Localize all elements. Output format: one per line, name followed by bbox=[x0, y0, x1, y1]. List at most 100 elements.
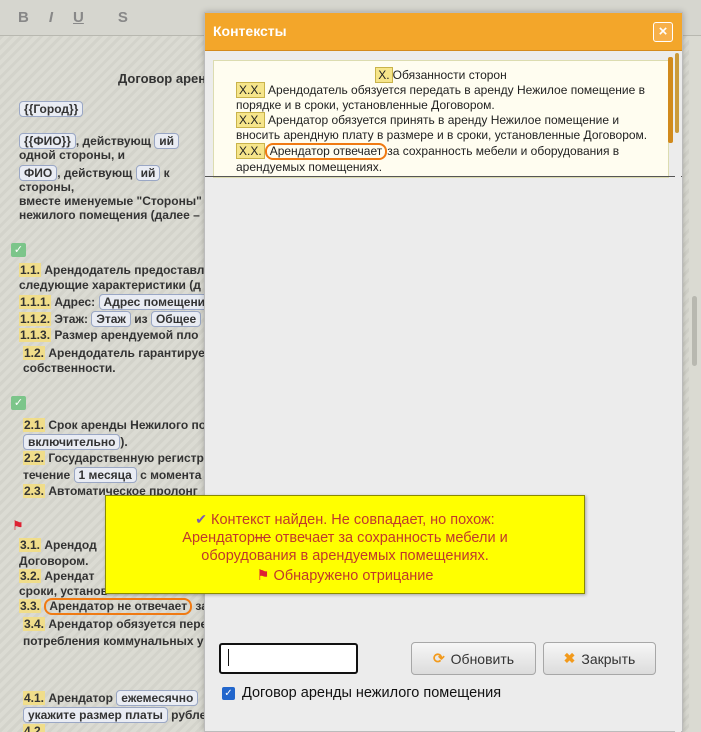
doc-text: , действующ bbox=[57, 166, 133, 180]
tooltip-text: Контекст найден. Не совпадает, но похож: bbox=[211, 512, 495, 528]
doc-text: Адрес: bbox=[54, 295, 96, 309]
italic-button[interactable]: I bbox=[49, 9, 53, 26]
total-floors-field[interactable]: Общее bbox=[150, 311, 202, 327]
divider bbox=[205, 176, 682, 177]
clause-number: 1.1.3. bbox=[19, 328, 52, 342]
modal-header: Контексты × bbox=[205, 13, 682, 51]
flag-icon: ⚑ bbox=[256, 568, 270, 584]
clause-number: 1.2. bbox=[23, 346, 46, 360]
contexts-modal: Контексты × Х. Обязанности сторон Х.Х. Ар… bbox=[204, 12, 683, 732]
payment-field[interactable]: укажите размер платы bbox=[23, 707, 168, 723]
highlighted-phrase[interactable]: Арендатор не отвечает bbox=[44, 598, 193, 615]
context-tag: Х.Х. bbox=[236, 112, 265, 128]
doc-text: Этаж: bbox=[54, 312, 88, 326]
clause-number: 1.1.1. bbox=[19, 295, 52, 309]
clause-number: 3.4. bbox=[23, 617, 46, 631]
floor-field[interactable]: Этаж bbox=[91, 311, 131, 327]
bold-button[interactable]: B bbox=[18, 9, 29, 26]
clause-number: 4.2. bbox=[23, 724, 46, 732]
context-scrollbar[interactable] bbox=[668, 57, 673, 143]
monthly-field[interactable]: ежемесячно bbox=[116, 690, 199, 706]
doc-text: Договором. bbox=[19, 554, 89, 568]
doc-text: с момента bbox=[140, 468, 202, 482]
refresh-icon: ⟳ bbox=[432, 650, 445, 666]
doc-text: ). bbox=[120, 435, 128, 449]
context-text: Арендодатель обязуется передать в аренду… bbox=[236, 83, 645, 112]
doc-text: Размер арендуемой пло bbox=[54, 328, 199, 342]
editor-scrollbar[interactable] bbox=[689, 36, 701, 732]
doc-text: стороны, bbox=[19, 180, 75, 194]
doc-text: Арендатор bbox=[48, 691, 113, 705]
clause-number: 2.1. bbox=[23, 418, 46, 432]
underline-button[interactable]: U bbox=[73, 9, 84, 26]
input-caret-wrap bbox=[219, 643, 358, 674]
context-tag: Х. bbox=[375, 67, 393, 83]
doc-text: потребления коммунальных у bbox=[23, 634, 204, 648]
checkbox[interactable]: ✓ bbox=[222, 686, 235, 700]
doc-text: Арендат bbox=[44, 569, 95, 583]
context-item: Х.Х. Арендатор отвечает за сохранность меб… bbox=[236, 143, 656, 175]
tooltip-line: ⚑ Обнаружено отрицание bbox=[106, 567, 584, 585]
context-item: Х.Х. Арендодатель обязуется передать в а… bbox=[236, 82, 656, 113]
clause-number: 3.3. bbox=[19, 599, 42, 613]
ending-field[interactable]: ий bbox=[154, 133, 180, 149]
modal-title: Контексты bbox=[213, 23, 287, 39]
clause-number: 2.3. bbox=[23, 484, 46, 498]
doc-text: сроки, установ bbox=[19, 584, 108, 598]
fio-field[interactable]: {{ФИО}} bbox=[19, 133, 76, 149]
ending2-field[interactable]: ий bbox=[135, 165, 161, 181]
context-item: Х.Х. Арендатор обязуется принять в аренд… bbox=[236, 112, 656, 143]
tooltip-text: отвечает за сохранность мебели и bbox=[275, 530, 508, 546]
close-x-icon: ✖ bbox=[563, 650, 576, 666]
context-heading-text: Обязанности сторон bbox=[392, 68, 507, 82]
clause-number: 1.1.2. bbox=[19, 312, 52, 326]
format-button[interactable]: S bbox=[118, 9, 128, 26]
doc-text: Срок аренды Нежилого по bbox=[48, 418, 207, 432]
doc-text: вместе именуемые "Стороны" bbox=[19, 194, 202, 208]
doc-text: , действующ bbox=[75, 134, 151, 148]
section-check-icon[interactable]: ✓ bbox=[11, 243, 26, 257]
flag-icon[interactable]: ⚑ bbox=[12, 518, 24, 534]
context-highlight[interactable]: Арендатор отвечает bbox=[264, 143, 388, 160]
tooltip-line: ✔ Контекст найден. Не совпадает, но похо… bbox=[106, 510, 584, 529]
context-text: Арендатор обязуется принять в аренду Неж… bbox=[236, 113, 648, 142]
doc-text: Арендодатель предоставл bbox=[44, 263, 205, 277]
doc-text: следующие характеристики (д bbox=[19, 278, 201, 292]
close-icon[interactable]: × bbox=[653, 22, 673, 42]
refresh-label: Обновить bbox=[450, 650, 515, 667]
address-field[interactable]: Адрес помещени bbox=[98, 294, 211, 310]
tooltip-line: оборудования в арендуемых помещениях. bbox=[201, 548, 489, 564]
tooltip-line: Арендаторне отвечает за сохранность мебе… bbox=[106, 529, 584, 547]
doc-text: одной стороны, и bbox=[19, 148, 126, 162]
clause-number: 4.1. bbox=[23, 691, 46, 705]
section-check-icon[interactable]: ✓ bbox=[11, 396, 26, 410]
negation-word: не bbox=[254, 530, 271, 546]
match-tooltip: ✔ Контекст найден. Не совпадает, но похо… bbox=[105, 495, 585, 594]
document-checkbox-row[interactable]: ✓ Договор аренды нежилого помещения bbox=[222, 685, 501, 701]
context-panel: Х. Обязанности сторон Х.Х. Арендодатель о… bbox=[213, 60, 669, 178]
context-tag: Х.Х. bbox=[236, 143, 265, 159]
period-field[interactable]: включительно bbox=[23, 434, 121, 450]
tooltip-text: Арендатор bbox=[182, 530, 255, 546]
close-button[interactable]: ✖ Закрыть bbox=[543, 642, 656, 675]
month-field[interactable]: 1 месяца bbox=[73, 467, 137, 483]
clause-number: 3.2. bbox=[19, 569, 42, 583]
doc-text: Арендод bbox=[44, 538, 97, 552]
context-tag: Х.Х. bbox=[236, 82, 265, 98]
close-label: Закрыть bbox=[581, 650, 636, 667]
doc-text: Государственную регистр bbox=[48, 451, 204, 465]
city-field[interactable]: {{Город}} bbox=[19, 101, 84, 117]
clause-number: 3.1. bbox=[19, 538, 42, 552]
doc-text: нежилого помещения (далее – bbox=[19, 208, 200, 222]
refresh-button[interactable]: ⟳ Обновить bbox=[411, 642, 536, 675]
doc-text: Арендатор обязуется пере bbox=[48, 617, 208, 631]
tooltip-text: Обнаружено отрицание bbox=[273, 568, 434, 584]
clause-number: 1.1. bbox=[19, 263, 42, 277]
modal-scrollbar[interactable] bbox=[675, 53, 681, 732]
doc-text: собственности. bbox=[23, 361, 116, 375]
fio2-field[interactable]: ФИО bbox=[19, 165, 58, 181]
document-title: Договор аренд bbox=[118, 71, 215, 86]
context-heading: Х. Обязанности сторон bbox=[214, 67, 668, 83]
checkbox-label: Договор аренды нежилого помещения bbox=[242, 685, 502, 701]
checkmark-icon: ✔ bbox=[195, 511, 207, 527]
